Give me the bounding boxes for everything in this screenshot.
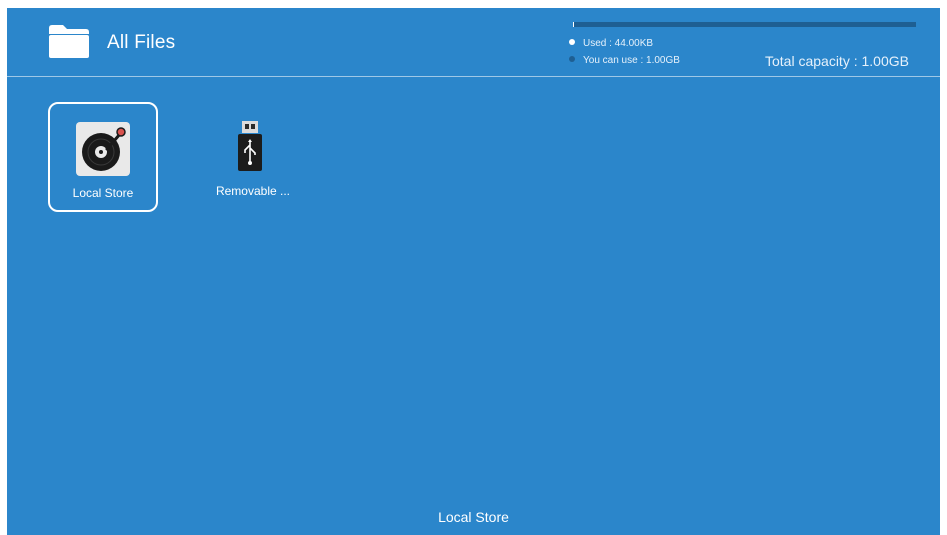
file-manager-screen: All Files Used : 44.00KB You can use : 1… [7, 8, 940, 535]
page-title: All Files [107, 32, 176, 53]
storage-used-label: Used : 44.00KB [583, 38, 654, 49]
header-bar: All Files Used : 44.00KB You can use : 1… [7, 8, 940, 77]
device-label: Removable ... [215, 184, 291, 198]
turntable-disk-icon [76, 122, 130, 176]
free-dot-icon [569, 56, 575, 62]
storage-used-legend: Used : 44.00KB [569, 38, 653, 49]
total-capacity-label: Total capacity : 1.00GB [765, 53, 909, 69]
device-tile-local-store[interactable]: Local Store [48, 102, 158, 212]
focused-item-label: Local Store [438, 509, 509, 525]
storage-free-legend: You can use : 1.00GB [569, 55, 680, 66]
storage-free-label: You can use : 1.00GB [583, 55, 680, 66]
usb-drive-icon [238, 121, 262, 171]
device-label: Local Store [72, 186, 134, 200]
folder-icon [49, 25, 89, 58]
storage-usage-bar [573, 22, 916, 27]
used-dot-icon [569, 39, 575, 45]
device-tile-removable[interactable]: Removable ... [198, 102, 308, 212]
